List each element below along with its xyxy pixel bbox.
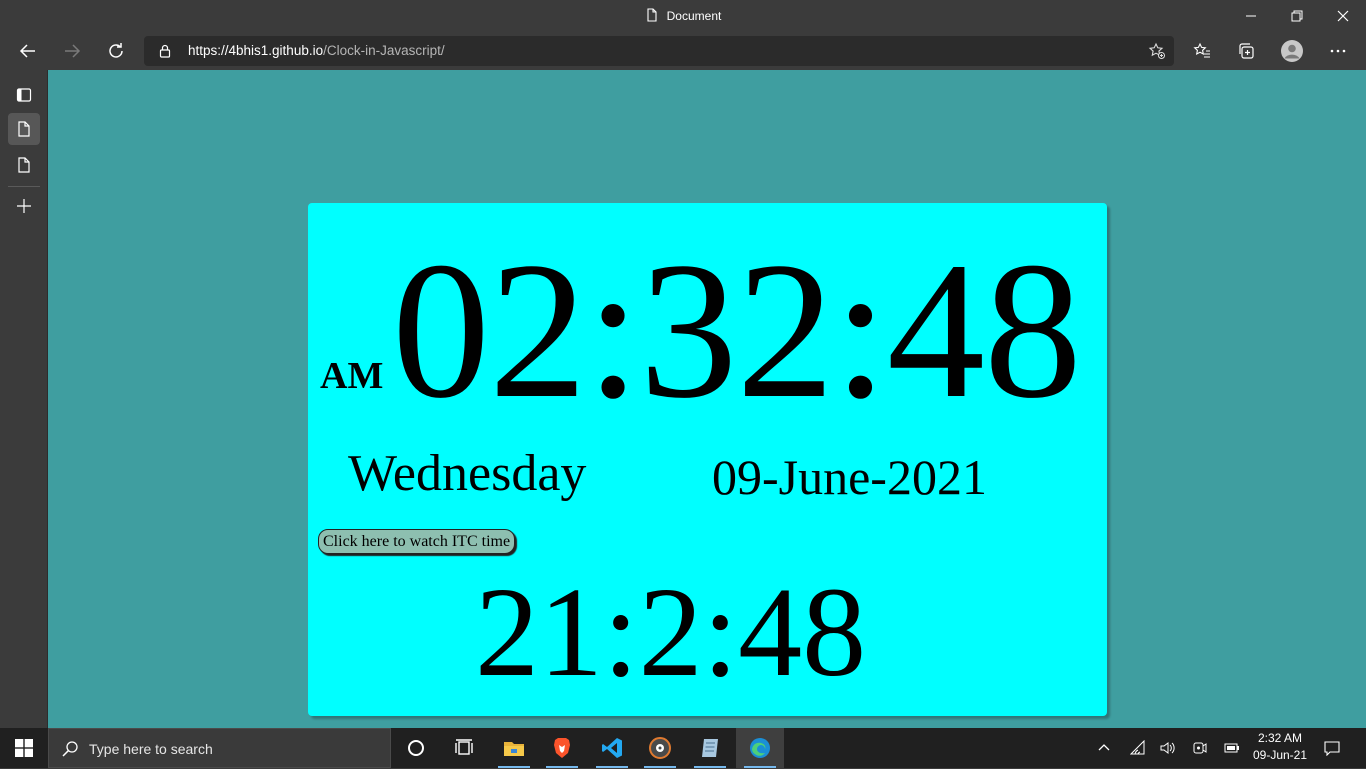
tab-document[interactable] (8, 149, 40, 181)
window-titlebar: Document (0, 0, 1366, 32)
add-favorite-icon[interactable] (1148, 42, 1166, 60)
volume-icon[interactable] (1158, 738, 1178, 758)
favorites-icon[interactable] (1186, 35, 1218, 67)
tab-document-active[interactable] (8, 113, 40, 145)
minimize-button[interactable] (1228, 0, 1274, 32)
current-time: 02:32:48 (392, 222, 1082, 439)
profile-avatar[interactable] (1276, 35, 1308, 67)
taskbar-clock[interactable]: 2:32 AM 09-Jun-21 (1244, 730, 1316, 766)
cortana-icon[interactable] (392, 728, 440, 768)
vscode-icon[interactable] (588, 728, 636, 768)
task-view-icon[interactable] (440, 728, 488, 768)
search-icon (62, 741, 78, 757)
restore-button[interactable] (1274, 0, 1320, 32)
battery-icon[interactable] (1222, 738, 1242, 758)
close-button[interactable] (1320, 0, 1366, 32)
sidebar-divider (8, 186, 40, 187)
notepad-icon[interactable] (686, 728, 734, 768)
itc-time: 21:2:48 (475, 561, 867, 703)
refresh-button[interactable] (100, 35, 132, 67)
more-options-icon[interactable] (1322, 35, 1354, 67)
collections-icon[interactable] (1230, 35, 1262, 67)
taskbar: Type here to search 2:32 AM 09-Jun-21 (0, 728, 1366, 768)
clock-card: AM 02:32:48 Wednesday 09-June-2021 Click… (308, 203, 1107, 716)
browser-toolbar: https://4bhis1.github.io/Clock-in-Javasc… (0, 32, 1366, 70)
url-path: /Clock-in-Javascript/ (323, 43, 445, 58)
page-content: AM 02:32:48 Wednesday 09-June-2021 Click… (48, 70, 1366, 728)
taskbar-date: 09-Jun-21 (1252, 748, 1308, 762)
address-bar[interactable]: https://4bhis1.github.io/Clock-in-Javasc… (144, 36, 1174, 66)
show-hidden-icons-chevron-icon[interactable] (1094, 738, 1114, 758)
wifi-icon[interactable] (1128, 738, 1148, 758)
url-text[interactable]: https://4bhis1.github.io/Clock-in-Javasc… (188, 36, 445, 66)
notifications-icon[interactable] (1322, 738, 1342, 758)
page-icon (645, 7, 659, 25)
url-host: https://4bhis1.github.io (188, 43, 324, 58)
meet-now-icon[interactable] (1190, 738, 1210, 758)
taskbar-time: 2:32 AM (1257, 731, 1303, 745)
search-placeholder: Type here to search (89, 741, 213, 757)
edge-icon[interactable] (736, 728, 784, 768)
taskbar-search[interactable]: Type here to search (48, 728, 391, 768)
back-button[interactable] (12, 35, 44, 67)
am-pm-label: AM (320, 355, 384, 397)
tab-actions-icon[interactable] (8, 79, 40, 111)
window-title-area: Document (0, 0, 1366, 32)
itc-time-button[interactable]: Click here to watch ITC time (318, 529, 516, 554)
media-player-icon[interactable] (636, 728, 684, 768)
new-tab-plus-icon[interactable] (8, 190, 40, 222)
start-button[interactable] (0, 728, 48, 768)
lock-icon[interactable] (158, 44, 172, 58)
file-explorer-icon[interactable] (490, 728, 538, 768)
brave-icon[interactable] (538, 728, 586, 768)
vertical-tabs-sidebar (0, 70, 48, 728)
forward-button[interactable] (56, 35, 88, 67)
day-name: Wednesday (348, 445, 587, 502)
window-title: Document (666, 9, 722, 23)
windows-logo-icon (15, 739, 33, 757)
current-date: 09-June-2021 (712, 449, 987, 505)
